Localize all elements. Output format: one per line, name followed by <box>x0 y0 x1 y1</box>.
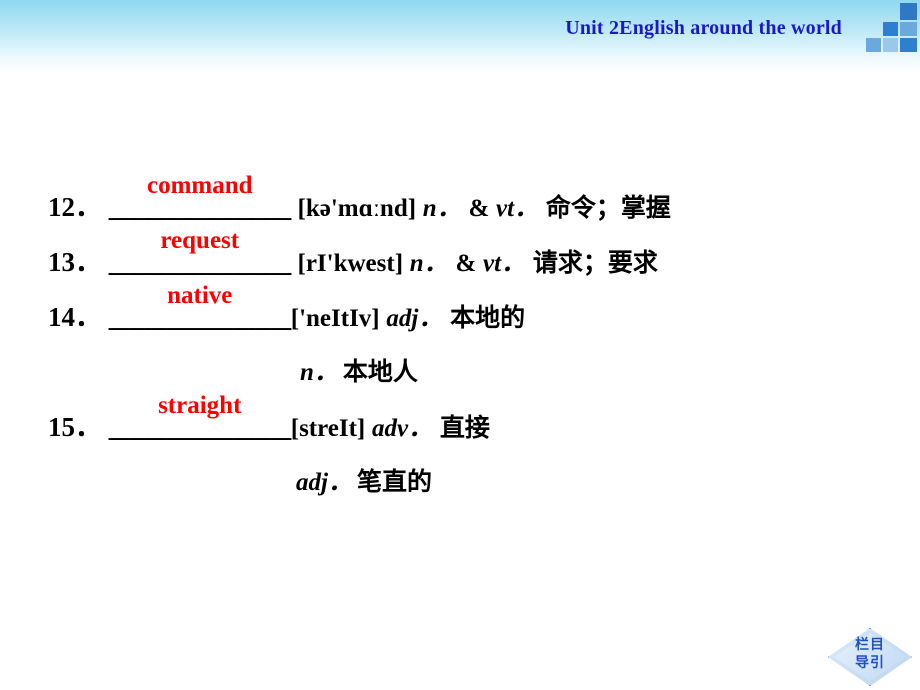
square-bottom-center-icon <box>883 38 898 52</box>
answer-blank: ______________ straight <box>109 393 292 441</box>
entry-number: 14． <box>48 302 102 332</box>
vocabulary-entry-14: 14． ______________ native ['neItIv] adj．… <box>48 283 526 332</box>
answer-blank: ______________ request <box>109 228 292 276</box>
part-of-speech-secondary: vt． <box>483 250 527 277</box>
nav-badge-line1: 栏目 <box>855 637 885 653</box>
vocabulary-entry-15: 15． ______________ straight [streIt] adv… <box>48 393 490 442</box>
nav-badge[interactable]: 栏目 导引 <box>828 628 912 686</box>
decorative-squares-cluster <box>865 3 917 52</box>
answer-word: request <box>160 227 240 254</box>
answer-blank: ______________ native <box>109 283 292 331</box>
vocabulary-entry-13: 13． ______________ request [rI'kwest] n．… <box>48 228 658 277</box>
part-of-speech: n． <box>409 250 449 277</box>
part-of-speech-secondary: n． <box>300 359 339 386</box>
phonetic-transcription: ['neItIv] <box>290 305 380 332</box>
square-mid-center-icon <box>883 22 898 36</box>
chinese-meaning-secondary: 本地人 <box>342 357 418 386</box>
phonetic-transcription: [streIt] <box>290 415 366 442</box>
answer-word: native <box>167 282 233 309</box>
part-of-speech: n． <box>422 195 462 222</box>
nav-badge-line2: 导引 <box>855 655 885 671</box>
nav-badge-label: 栏目 导引 <box>828 636 912 672</box>
vocabulary-entry-14-continuation: n． 本地人 <box>300 359 418 385</box>
entry-number: 13． <box>48 247 102 277</box>
answer-word: straight <box>158 392 242 419</box>
vocabulary-entry-12: 12． ______________ command [kə'mɑːnd] n．… <box>48 173 671 222</box>
part-of-speech: adv． <box>372 415 434 442</box>
conjunction-symbol: & <box>455 250 477 277</box>
chinese-meaning-secondary: 笔直的 <box>356 467 432 496</box>
entry-number: 12． <box>48 192 102 222</box>
square-mid-right-icon <box>900 22 917 36</box>
part-of-speech-secondary: adj． <box>296 469 353 496</box>
square-bottom-left-icon <box>866 38 881 52</box>
answer-blank: ______________ command <box>109 173 292 221</box>
part-of-speech-secondary: vt． <box>496 195 540 222</box>
chinese-meaning: 命令；掌握 <box>545 193 671 222</box>
chinese-meaning: 直接 <box>439 413 490 442</box>
vocabulary-entry-15-continuation: adj． 笔直的 <box>296 469 432 495</box>
answer-word: command <box>146 172 253 199</box>
square-bottom-right-icon <box>900 38 917 52</box>
entry-number: 15． <box>48 412 102 442</box>
phonetic-transcription: [rI'kwest] <box>297 250 404 277</box>
conjunction-symbol: & <box>468 195 490 222</box>
header-banner: Unit 2English around the world <box>0 0 920 72</box>
square-top-right-icon <box>900 3 917 20</box>
slide-content: 12． ______________ command [kə'mɑːnd] n．… <box>0 72 920 690</box>
chinese-meaning: 请求；要求 <box>532 248 658 277</box>
page-title: Unit 2English around the world <box>565 17 842 39</box>
chinese-meaning: 本地的 <box>450 303 526 332</box>
part-of-speech: adj． <box>386 305 444 332</box>
phonetic-transcription: [kə'mɑːnd] <box>297 195 417 222</box>
